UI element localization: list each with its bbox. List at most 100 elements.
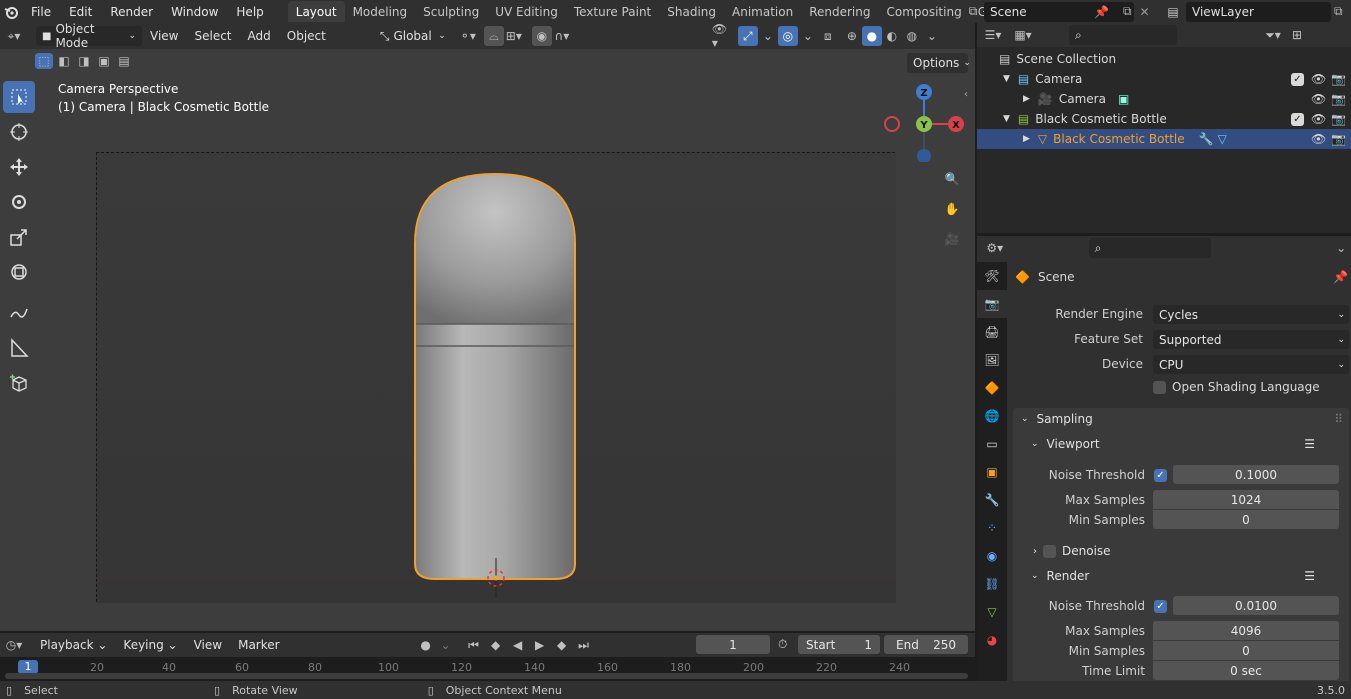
view-layer-tab-icon[interactable]: 🖼 <box>977 346 1007 374</box>
collapse-sidebar-icon[interactable]: ‹ <box>964 89 968 100</box>
rendered-shading-icon[interactable]: ◍ <box>902 26 922 46</box>
tab-shading[interactable]: Shading <box>659 1 724 22</box>
proportional-edit-icon[interactable]: ◉ <box>531 26 552 46</box>
editor-type-icon[interactable]: ⌖▾ <box>4 26 24 46</box>
sampling-panel-header[interactable]: ⌄ Sampling ⠿ <box>1013 408 1349 430</box>
properties-options-icon[interactable]: ⌄ <box>1331 238 1351 258</box>
record-icon[interactable]: ● <box>416 635 436 655</box>
options-dropdown[interactable]: Options ⌄ <box>907 53 971 73</box>
osl-checkbox-row[interactable]: Open Shading Language <box>1153 377 1320 397</box>
viewlayer-name-field[interactable]: ViewLayer <box>1186 1 1331 22</box>
r-noise-checkbox[interactable]: ✓ <box>1154 600 1167 613</box>
timeline-ruler[interactable]: 1 20 40 60 80 100 120 140 160 180 200 22… <box>0 657 975 681</box>
overlays-icon[interactable]: ◎ <box>777 26 798 46</box>
pan-hand-icon[interactable]: ✋ <box>942 199 962 219</box>
pivot-point-icon[interactable]: ⚬▾ <box>458 26 478 46</box>
r-time-limit-field[interactable]: 0 sec <box>1153 661 1339 680</box>
outliner-scene-collection[interactable]: ▤ Scene Collection <box>977 49 1351 69</box>
outliner-bottle-object[interactable]: ▶ ▽ Black Cosmetic Bottle 🔧 ▽ 👁 📷 <box>977 129 1351 149</box>
shading-dropdown-icon[interactable]: ⌄ <box>922 26 942 46</box>
constraints-tab-icon[interactable]: ⛓ <box>977 570 1007 598</box>
scene-name-field[interactable]: Scene <box>984 1 1134 22</box>
expand-arrow-icon[interactable]: ▶ <box>1023 134 1030 144</box>
new-collection-icon[interactable]: ⊞ <box>1287 25 1307 45</box>
navigation-gizmo[interactable]: Z X Y <box>880 82 970 162</box>
outliner-editor-icon[interactable]: ☰▾ <box>983 25 1003 45</box>
denoise-checkbox[interactable] <box>1043 544 1056 558</box>
select-box-tool-icon[interactable] <box>3 81 35 113</box>
falloff-icon[interactable]: ∩▾ <box>552 26 572 46</box>
xray-icon[interactable]: ⧈ <box>818 26 838 46</box>
wireframe-shading-icon[interactable]: ⊕ <box>842 26 862 46</box>
scene-selector[interactable]: ⧉ Scene 📌 ⧉ ✕ <box>962 1 1150 22</box>
solid-shading-icon[interactable]: ● <box>861 26 882 46</box>
gizmo-toggle-icon[interactable]: ⤢ <box>737 26 758 46</box>
pin-icon[interactable]: 📌 <box>1094 5 1109 19</box>
particles-tab-icon[interactable]: ⁘ <box>977 514 1007 542</box>
render-camera-icon[interactable]: 📷 <box>1331 92 1346 106</box>
timeline-editor-icon[interactable]: ◷▾ <box>4 635 24 655</box>
tab-layout[interactable]: Layout <box>287 1 345 22</box>
r-noise-field[interactable]: 0.0100 <box>1173 596 1339 615</box>
outliner-bottle-collection[interactable]: ▼ ▤ Black Cosmetic Bottle ✓ 👁 📷 <box>977 109 1351 129</box>
properties-search-input[interactable]: ⌕ <box>1088 238 1212 258</box>
modifier-wrench-icon[interactable]: 🔧 <box>1199 132 1214 146</box>
menu-keying[interactable]: Keying ⌄ <box>115 638 185 652</box>
mode-dropdown[interactable]: ■ Object Mode ⌄ <box>36 22 142 50</box>
world-tab-icon[interactable]: 🌐 <box>977 402 1007 430</box>
vp-noise-field[interactable]: 0.1000 <box>1173 465 1339 484</box>
tab-rendering[interactable]: Rendering <box>801 1 878 22</box>
material-shading-icon[interactable]: ◐ <box>882 26 902 46</box>
outliner-camera-object[interactable]: ▶ 🎥 Camera ▣ 👁 📷 <box>977 89 1351 109</box>
tab-uv-editing[interactable]: UV Editing <box>487 1 566 22</box>
list-icon[interactable]: ☰ <box>1304 437 1315 451</box>
zoom-icon[interactable]: 🔍 <box>942 169 962 189</box>
tab-texture-paint[interactable]: Texture Paint <box>566 1 659 22</box>
tab-animation[interactable]: Animation <box>724 1 801 22</box>
jump-start-icon[interactable]: ⏮ <box>464 635 484 655</box>
camera-data-icon[interactable]: ▣ <box>1118 92 1129 106</box>
r-max-samples-field[interactable]: 4096 <box>1153 621 1339 640</box>
menu-help[interactable]: Help <box>227 0 272 23</box>
render-camera-icon[interactable]: 📷 <box>1331 72 1346 86</box>
rotate-tool-icon[interactable] <box>3 186 35 218</box>
display-mode-icon[interactable]: ▦▾ <box>1013 25 1033 45</box>
tab-sculpting[interactable]: Sculpting <box>415 1 487 22</box>
expand-arrow-icon[interactable]: ▼ <box>1003 74 1010 84</box>
expand-arrow-icon[interactable]: ▶ <box>1023 94 1030 104</box>
play-icon[interactable]: ▶ <box>530 635 550 655</box>
vp-min-samples-field[interactable]: 0 <box>1153 510 1339 529</box>
select-invert-icon[interactable]: ▤ <box>115 53 133 69</box>
menu-select[interactable]: Select <box>186 29 239 43</box>
menu-marker[interactable]: Marker <box>230 638 287 652</box>
mesh-data-icon[interactable]: ▽ <box>1218 132 1227 146</box>
render-tab-icon[interactable]: 📷 <box>977 290 1007 318</box>
render-camera-icon[interactable]: 📷 <box>1331 112 1346 126</box>
eye-icon[interactable]: 👁 <box>1311 132 1326 146</box>
overlays-dropdown-icon[interactable]: ⌄ <box>798 26 818 46</box>
menu-render[interactable]: Render <box>101 0 162 23</box>
start-frame-field[interactable]: Start 1 <box>798 635 880 654</box>
new-viewlayer-icon[interactable]: ⧉ <box>1334 4 1343 19</box>
tool-tab-icon[interactable]: 🛠 <box>977 262 1007 290</box>
visibility-icon[interactable]: 👁▾ <box>712 22 732 50</box>
snap-icon[interactable]: ⌓ <box>483 26 504 46</box>
output-tab-icon[interactable]: 🖨 <box>977 318 1007 346</box>
menu-object[interactable]: Object <box>279 29 334 43</box>
physics-tab-icon[interactable]: ◉ <box>977 542 1007 570</box>
tab-modeling[interactable]: Modeling <box>345 1 416 22</box>
current-frame-field[interactable]: 1 <box>696 635 770 654</box>
eye-icon[interactable]: 👁 <box>1311 92 1326 106</box>
menu-timeline-view[interactable]: View <box>186 638 230 652</box>
modifier-tab-icon[interactable]: 🔧 <box>977 486 1007 514</box>
vp-noise-checkbox[interactable]: ✓ <box>1154 469 1167 482</box>
denoise-subpanel-header[interactable]: › Denoise <box>1033 540 1333 562</box>
cursor-tool-icon[interactable] <box>3 116 35 148</box>
properties-editor-icon[interactable]: ⚙▾ <box>985 238 1005 258</box>
scale-tool-icon[interactable] <box>3 221 35 253</box>
expand-arrow-icon[interactable]: ▼ <box>1003 114 1010 124</box>
add-cube-tool-icon[interactable] <box>3 367 35 399</box>
menu-view[interactable]: View <box>142 29 186 43</box>
r-min-samples-field[interactable]: 0 <box>1153 641 1339 660</box>
orientation-dropdown[interactable]: ⤡ Global ⌄ <box>373 26 452 46</box>
